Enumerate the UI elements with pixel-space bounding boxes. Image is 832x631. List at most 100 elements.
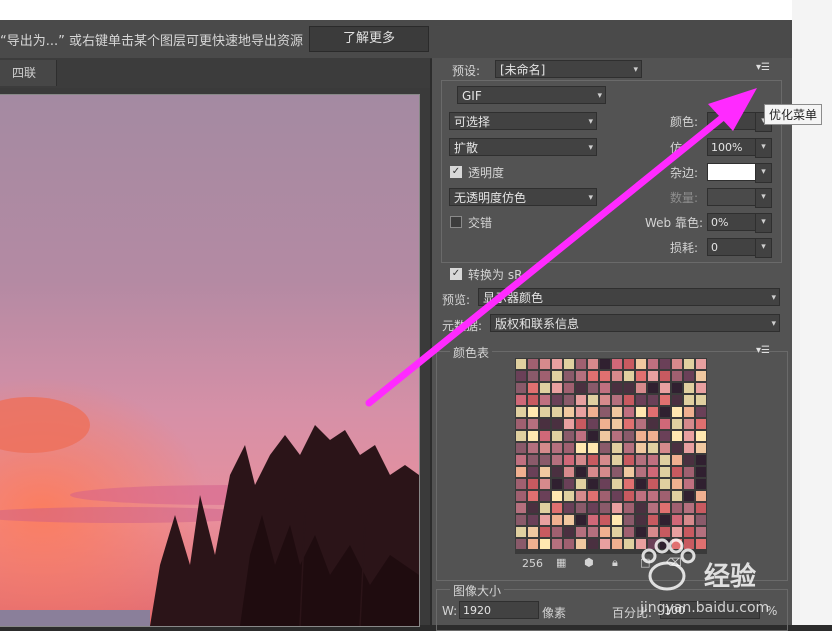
color-swatch[interactable] xyxy=(528,455,538,465)
color-swatch[interactable] xyxy=(588,539,598,549)
color-swatch[interactable] xyxy=(528,491,538,501)
color-swatch[interactable] xyxy=(588,419,598,429)
color-swatch[interactable] xyxy=(576,503,586,513)
color-swatch[interactable] xyxy=(648,515,658,525)
color-swatch[interactable] xyxy=(552,515,562,525)
color-swatch[interactable] xyxy=(564,383,574,393)
color-swatch[interactable] xyxy=(540,419,550,429)
color-swatch[interactable] xyxy=(516,419,526,429)
color-swatch[interactable] xyxy=(612,443,622,453)
color-swatch[interactable] xyxy=(636,431,646,441)
color-swatch[interactable] xyxy=(564,539,574,549)
color-swatch[interactable] xyxy=(552,383,562,393)
color-swatch[interactable] xyxy=(636,503,646,513)
map-cube-icon[interactable]: ⬢ xyxy=(584,556,594,569)
color-swatch[interactable] xyxy=(600,539,610,549)
color-swatch[interactable] xyxy=(636,359,646,369)
color-swatch[interactable] xyxy=(648,431,658,441)
color-swatch[interactable] xyxy=(624,515,634,525)
color-swatch[interactable] xyxy=(600,359,610,369)
color-swatch[interactable] xyxy=(660,371,670,381)
color-swatch[interactable] xyxy=(660,515,670,525)
transparency-dither-select[interactable]: 无透明度仿色 ▾ xyxy=(449,188,597,206)
color-swatch[interactable] xyxy=(528,503,538,513)
format-select[interactable]: GIF ▾ xyxy=(457,86,606,104)
color-swatch[interactable] xyxy=(516,443,526,453)
color-swatch[interactable] xyxy=(648,359,658,369)
color-swatch[interactable] xyxy=(552,419,562,429)
color-swatch[interactable] xyxy=(660,419,670,429)
color-swatch[interactable] xyxy=(564,371,574,381)
color-swatch[interactable] xyxy=(672,455,682,465)
colors-input[interactable]: ▾ xyxy=(707,112,772,132)
color-swatch[interactable] xyxy=(672,515,682,525)
color-swatch[interactable] xyxy=(576,455,586,465)
color-swatch[interactable] xyxy=(600,371,610,381)
color-swatch[interactable] xyxy=(684,431,694,441)
color-swatch[interactable] xyxy=(672,443,682,453)
color-swatch[interactable] xyxy=(576,539,586,549)
color-swatch[interactable] xyxy=(576,491,586,501)
color-swatch[interactable] xyxy=(588,503,598,513)
color-swatch[interactable] xyxy=(624,419,634,429)
color-swatch[interactable] xyxy=(540,491,550,501)
color-swatch[interactable] xyxy=(672,491,682,501)
color-swatch[interactable] xyxy=(612,371,622,381)
color-swatch[interactable] xyxy=(612,359,622,369)
dither-input[interactable]: 100% ▾ xyxy=(707,138,772,158)
color-swatch[interactable] xyxy=(696,503,706,513)
color-swatch[interactable] xyxy=(540,467,550,477)
color-swatch[interactable] xyxy=(564,443,574,453)
color-swatch[interactable] xyxy=(552,455,562,465)
color-swatch[interactable] xyxy=(552,407,562,417)
color-swatch[interactable] xyxy=(612,491,622,501)
color-swatch[interactable] xyxy=(600,407,610,417)
color-swatch[interactable] xyxy=(696,419,706,429)
color-swatch[interactable] xyxy=(696,515,706,525)
color-swatch[interactable] xyxy=(600,443,610,453)
color-swatch[interactable] xyxy=(588,383,598,393)
color-swatch[interactable] xyxy=(696,431,706,441)
color-swatch[interactable] xyxy=(660,443,670,453)
color-swatch[interactable] xyxy=(624,407,634,417)
color-swatch[interactable] xyxy=(540,383,550,393)
web-safe-icon[interactable]: ▦ xyxy=(556,556,566,569)
color-swatch[interactable] xyxy=(660,431,670,441)
color-swatch[interactable] xyxy=(564,479,574,489)
color-swatch[interactable] xyxy=(648,503,658,513)
color-swatch[interactable] xyxy=(636,491,646,501)
color-swatch[interactable] xyxy=(516,491,526,501)
color-swatch[interactable] xyxy=(624,395,634,405)
color-swatch[interactable] xyxy=(684,491,694,501)
color-swatch[interactable] xyxy=(672,503,682,513)
color-swatch[interactable] xyxy=(552,395,562,405)
color-swatch[interactable] xyxy=(624,359,634,369)
convert-srgb-checkbox[interactable]: ✓ xyxy=(450,268,462,280)
color-swatch[interactable] xyxy=(612,479,622,489)
color-swatch[interactable] xyxy=(696,371,706,381)
color-swatch[interactable] xyxy=(576,443,586,453)
color-swatch[interactable] xyxy=(624,431,634,441)
color-swatch[interactable] xyxy=(624,479,634,489)
color-swatch[interactable] xyxy=(612,455,622,465)
color-swatch[interactable] xyxy=(552,539,562,549)
color-swatch[interactable] xyxy=(672,431,682,441)
color-swatch[interactable] xyxy=(600,467,610,477)
color-swatch[interactable] xyxy=(540,431,550,441)
color-swatch[interactable] xyxy=(552,491,562,501)
color-swatch[interactable] xyxy=(552,431,562,441)
color-swatch[interactable] xyxy=(612,515,622,525)
color-swatch[interactable] xyxy=(588,515,598,525)
color-swatch[interactable] xyxy=(576,407,586,417)
color-swatch[interactable] xyxy=(672,479,682,489)
color-swatch[interactable] xyxy=(564,359,574,369)
color-swatch[interactable] xyxy=(576,515,586,525)
color-swatch[interactable] xyxy=(612,431,622,441)
transparency-checkbox[interactable]: ✓ xyxy=(450,166,462,178)
preview-select[interactable]: 显示器颜色 ▾ xyxy=(478,288,780,306)
color-swatch[interactable] xyxy=(636,371,646,381)
color-swatch[interactable] xyxy=(564,419,574,429)
color-swatch[interactable] xyxy=(528,419,538,429)
color-swatch[interactable] xyxy=(684,443,694,453)
color-swatch[interactable] xyxy=(552,467,562,477)
